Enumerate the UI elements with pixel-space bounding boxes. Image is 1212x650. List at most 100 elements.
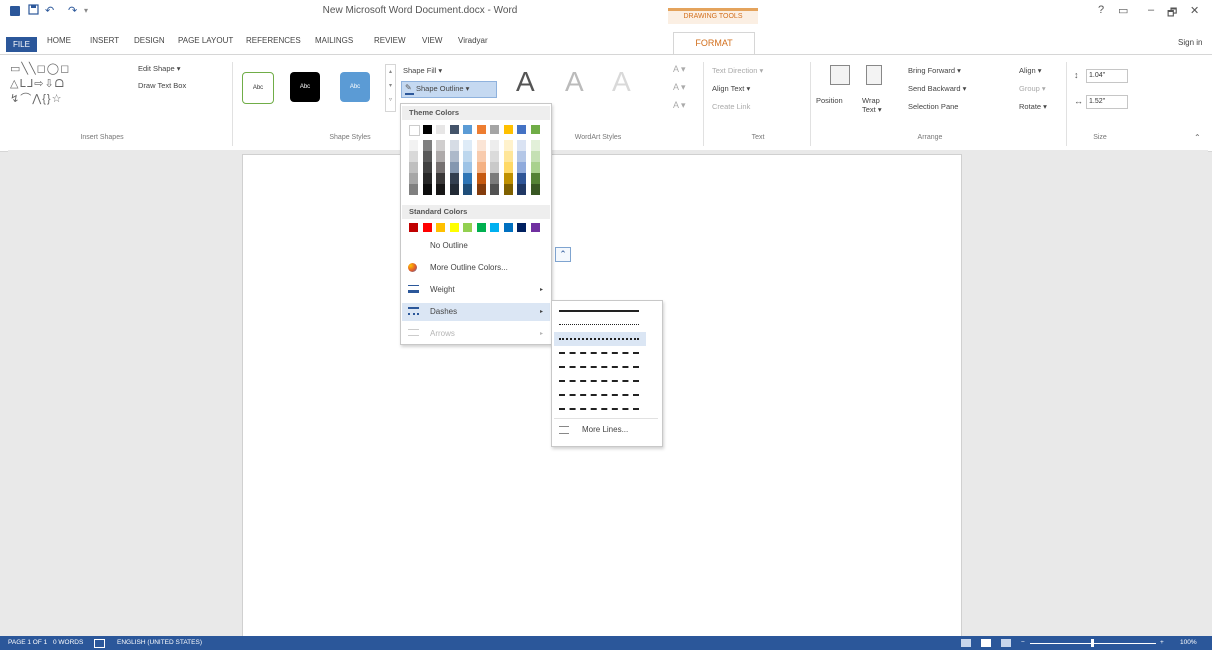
- redo-icon[interactable]: ↷: [68, 4, 77, 18]
- send-backward-button[interactable]: Send Backward ▾: [908, 84, 966, 93]
- theme-color-swatch[interactable]: [530, 151, 540, 162]
- zoom-in-icon[interactable]: +: [1160, 636, 1164, 650]
- arrows-item[interactable]: Arrows ▸: [402, 325, 550, 343]
- wordart-style-2[interactable]: A: [565, 66, 584, 98]
- theme-color-swatch[interactable]: [530, 125, 540, 134]
- theme-color-swatch[interactable]: [476, 151, 486, 162]
- edit-shape-button[interactable]: Edit Shape ▾: [138, 64, 181, 73]
- theme-color-swatch[interactable]: [436, 173, 445, 184]
- dash-style-option[interactable]: [554, 402, 646, 416]
- shape-style-blue[interactable]: Abc: [340, 72, 370, 102]
- customize-qat-icon[interactable]: ▾: [84, 4, 88, 18]
- dash-style-option[interactable]: [554, 346, 646, 360]
- theme-color-swatch[interactable]: [530, 162, 540, 173]
- page-count[interactable]: PAGE 1 OF 1: [8, 636, 47, 650]
- restore-icon[interactable]: 🗗: [1167, 4, 1177, 23]
- close-icon[interactable]: ✕: [1190, 4, 1199, 17]
- word-count[interactable]: 0 WORDS: [53, 636, 83, 650]
- theme-color-swatch[interactable]: [503, 140, 513, 151]
- read-mode-icon[interactable]: [961, 639, 971, 647]
- align-text-button[interactable]: Align Text ▾: [712, 84, 750, 93]
- minimize-icon[interactable]: –: [1148, 4, 1154, 16]
- standard-color-swatch[interactable]: [436, 223, 445, 232]
- theme-color-swatch[interactable]: [490, 162, 499, 173]
- standard-color-swatch[interactable]: [449, 223, 459, 232]
- dash-style-option[interactable]: [554, 318, 646, 332]
- text-effects-icon[interactable]: A ▾: [673, 100, 686, 111]
- theme-color-swatch[interactable]: [436, 162, 445, 173]
- text-fill-icon[interactable]: A ▾: [673, 64, 686, 75]
- standard-color-swatch[interactable]: [476, 223, 486, 232]
- theme-color-swatch[interactable]: [449, 140, 459, 151]
- wordart-style-1[interactable]: A: [516, 66, 535, 98]
- theme-color-swatch[interactable]: [476, 140, 486, 151]
- theme-color-swatch[interactable]: [409, 125, 420, 136]
- theme-color-swatch[interactable]: [517, 162, 526, 173]
- theme-color-swatch[interactable]: [476, 173, 486, 184]
- wordart-style-3[interactable]: A: [612, 66, 631, 98]
- standard-color-swatch[interactable]: [422, 223, 432, 232]
- theme-color-swatch[interactable]: [490, 184, 499, 195]
- standard-color-swatch[interactable]: [530, 223, 540, 232]
- standard-color-swatch[interactable]: [409, 223, 418, 232]
- theme-color-swatch[interactable]: [449, 125, 459, 134]
- theme-color-swatch[interactable]: [517, 140, 526, 151]
- save-icon[interactable]: [28, 4, 39, 18]
- dashes-item[interactable]: Dashes ▸: [402, 303, 550, 321]
- theme-color-swatch[interactable]: [490, 140, 499, 151]
- print-layout-icon[interactable]: [981, 639, 991, 647]
- theme-color-swatch[interactable]: [517, 184, 526, 195]
- word-app-icon[interactable]: [10, 6, 20, 16]
- theme-color-swatch[interactable]: [422, 125, 432, 134]
- more-lines-item[interactable]: More Lines...: [554, 422, 658, 438]
- theme-color-swatch[interactable]: [490, 125, 499, 134]
- zoom-out-icon[interactable]: −: [1021, 636, 1025, 650]
- theme-color-swatch[interactable]: [463, 162, 472, 173]
- tab-review[interactable]: REVIEW: [374, 36, 406, 45]
- collapse-ribbon-icon[interactable]: ⌃: [1194, 133, 1201, 142]
- shape-width-input[interactable]: 1.52": [1086, 95, 1128, 109]
- theme-color-swatch[interactable]: [409, 162, 418, 173]
- theme-color-swatch[interactable]: [517, 125, 526, 134]
- theme-color-swatch[interactable]: [530, 173, 540, 184]
- theme-color-swatch[interactable]: [530, 140, 540, 151]
- shape-height-input[interactable]: 1.04": [1086, 69, 1128, 83]
- layout-options-icon[interactable]: ⌃: [555, 247, 571, 262]
- theme-color-swatch[interactable]: [422, 173, 432, 184]
- align-button[interactable]: Align ▾: [1019, 66, 1042, 75]
- theme-color-swatch[interactable]: [530, 184, 540, 195]
- language-indicator[interactable]: ENGLISH (UNITED STATES): [117, 636, 202, 650]
- theme-color-swatch[interactable]: [503, 184, 513, 195]
- theme-color-swatch[interactable]: [449, 173, 459, 184]
- tab-insert[interactable]: INSERT: [90, 36, 119, 45]
- theme-color-swatch[interactable]: [490, 173, 499, 184]
- theme-color-swatch[interactable]: [476, 162, 486, 173]
- theme-color-swatch[interactable]: [449, 162, 459, 173]
- tab-design[interactable]: DESIGN: [134, 36, 165, 45]
- theme-color-swatch[interactable]: [490, 151, 499, 162]
- tab-view[interactable]: VIEW: [422, 36, 442, 45]
- tab-references[interactable]: REFERENCES: [246, 36, 301, 45]
- theme-color-swatch[interactable]: [476, 125, 486, 134]
- tab-viradyar[interactable]: Viradyar: [458, 36, 488, 45]
- theme-color-swatch[interactable]: [463, 173, 472, 184]
- theme-color-swatch[interactable]: [463, 140, 472, 151]
- tab-format[interactable]: FORMAT: [673, 32, 755, 55]
- shape-style-black[interactable]: Abc: [290, 72, 320, 102]
- theme-color-swatch[interactable]: [436, 151, 445, 162]
- wrap-text-button[interactable]: Wrap Text ▾: [862, 96, 884, 114]
- dash-style-option[interactable]: [554, 332, 646, 346]
- sign-in-link[interactable]: Sign in: [1178, 38, 1202, 47]
- dash-style-option[interactable]: [554, 388, 646, 402]
- theme-color-swatch[interactable]: [409, 151, 418, 162]
- proofing-icon[interactable]: [94, 639, 105, 648]
- text-outline-icon[interactable]: A ▾: [673, 82, 686, 93]
- tab-file[interactable]: FILE: [6, 37, 37, 52]
- theme-color-swatch[interactable]: [503, 162, 513, 173]
- text-direction-button[interactable]: Text Direction ▾: [712, 66, 763, 75]
- theme-color-swatch[interactable]: [476, 184, 486, 195]
- theme-color-swatch[interactable]: [449, 184, 459, 195]
- web-layout-icon[interactable]: [1001, 639, 1011, 647]
- selection-pane-button[interactable]: Selection Pane: [908, 102, 958, 111]
- create-link-button[interactable]: Create Link: [712, 102, 750, 111]
